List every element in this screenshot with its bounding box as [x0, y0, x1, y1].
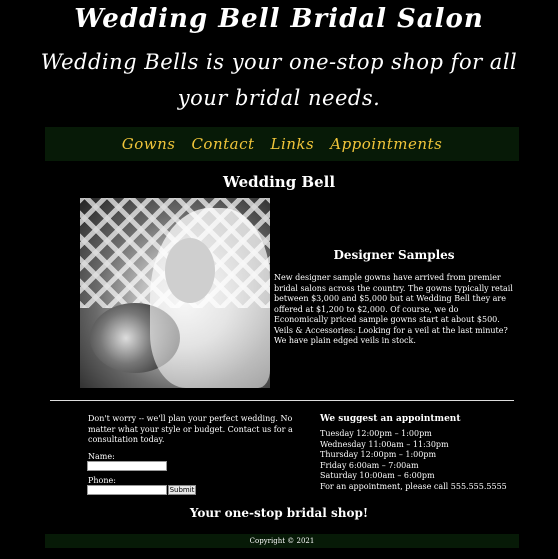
phone-label: Phone:: [88, 476, 116, 485]
appointment-phone: For an appointment, please call 555.555.…: [320, 481, 507, 491]
appointment-heading: We suggest an appointment: [320, 414, 461, 424]
name-field[interactable]: [87, 461, 167, 471]
submit-button[interactable]: Submit: [168, 485, 196, 495]
nav-link-links[interactable]: Links: [271, 135, 315, 153]
footer: Copyright © 2021: [45, 534, 519, 548]
hours-list: Tuesday 12:00pm – 1:00pm Wednesday 11:00…: [320, 429, 520, 492]
hours-item: Thursday 12:00pm – 1:00pm: [320, 450, 437, 459]
hours-item: Friday 6:00am – 7:00am: [320, 460, 419, 470]
veils-note: Veils & Accessories: Looking for a veil …: [274, 325, 508, 346]
tagline: Wedding Bells is your one-stop shop for …: [40, 50, 518, 110]
hours-item: Saturday 10:00am – 6:00pm: [320, 471, 435, 480]
bottom-slogan: Your one-stop bridal shop!: [189, 506, 369, 520]
nav-link-gowns[interactable]: Gowns: [122, 135, 176, 153]
contact-text: Don't worry -- we'll plan your perfect w…: [88, 414, 293, 444]
bride-face: [165, 238, 215, 303]
hours-item: Tuesday 12:00pm – 1:00pm: [320, 429, 432, 438]
samples-heading: Designer Samples: [333, 248, 455, 262]
samples-description: New designer sample gowns have arrived f…: [274, 273, 513, 324]
main-nav: Gowns Contact Links Appointments: [45, 127, 519, 161]
nav-link-appointments[interactable]: Appointments: [330, 135, 442, 153]
bride-photo: [80, 198, 270, 388]
nav-link-contact[interactable]: Contact: [191, 135, 254, 153]
phone-field[interactable]: [87, 485, 167, 495]
name-label: Name:: [88, 452, 115, 461]
hours-item: Wednesday 11:00am – 11:30pm: [320, 439, 449, 449]
section-divider: [50, 400, 514, 401]
copyright-text: Copyright © 2021: [249, 537, 315, 545]
site-title: Wedding Bell Bridal Salon: [74, 4, 484, 34]
veil: [150, 208, 270, 388]
samples-body: New designer sample gowns have arrived f…: [274, 273, 514, 347]
main-title: Wedding Bell: [222, 173, 336, 191]
